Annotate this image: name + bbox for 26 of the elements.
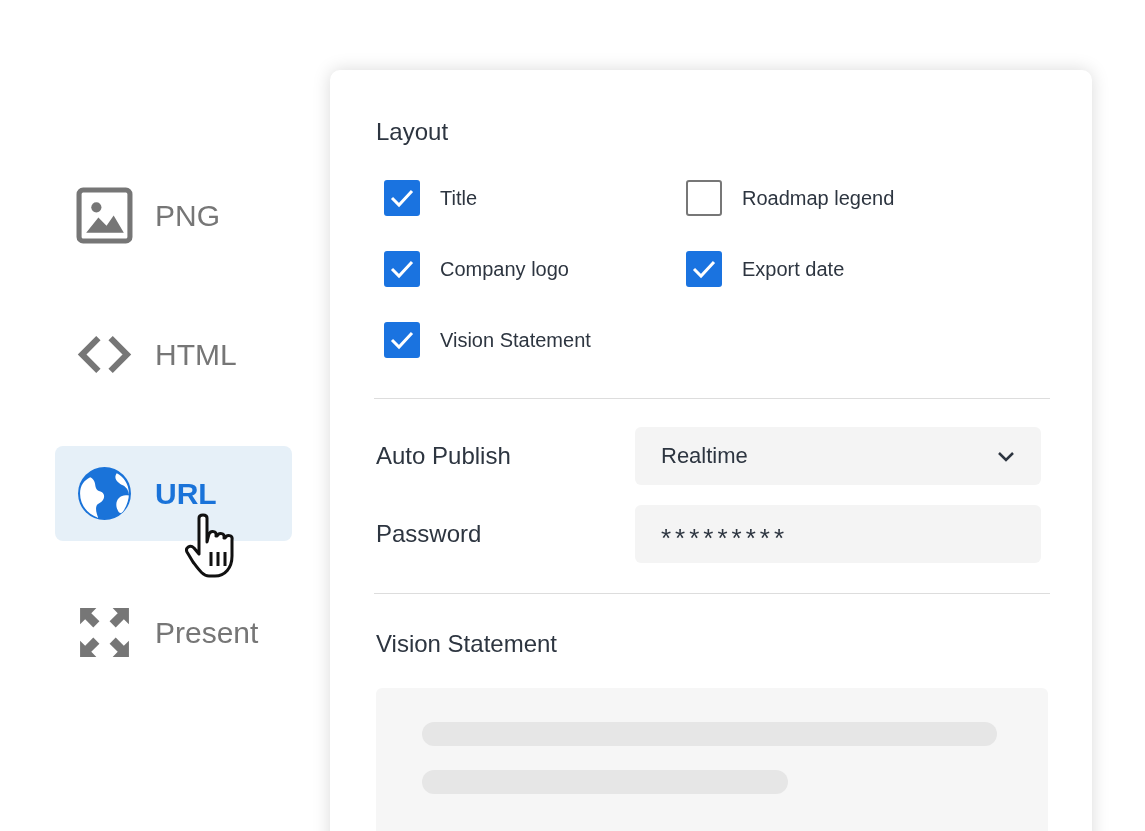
globe-icon [76,465,133,522]
checkbox-label: Company logo [440,257,569,281]
checkmark-icon [692,259,716,279]
section-title: Vision Statement [376,629,558,659]
image-icon [76,187,133,244]
section-title: Layout [376,117,450,147]
dropdown[interactable]: Realtime [635,427,1041,485]
checkbox[interactable] [686,251,722,287]
checkbox[interactable] [384,180,420,216]
checkmark-icon [390,188,414,208]
export-option[interactable]: HTML [55,307,292,402]
checkbox[interactable] [384,322,420,358]
password-field[interactable]: ********* [635,505,1041,563]
checkbox-label: Roadmap legend [742,186,895,210]
checkbox[interactable] [384,251,420,287]
chevron-down-icon [997,450,1015,462]
checkmark-icon [390,330,414,350]
checkmark-icon [390,259,414,279]
checkbox[interactable] [686,180,722,216]
checkbox-label: Vision Statement [440,328,591,352]
field-label: Password [376,520,483,548]
checkbox-label: Export date [742,257,845,281]
checkbox-label: Title [440,186,478,210]
field-label: Auto Publish [376,442,512,470]
export-option[interactable]: PNG [55,168,292,263]
export-option[interactable]: Present [55,585,292,680]
